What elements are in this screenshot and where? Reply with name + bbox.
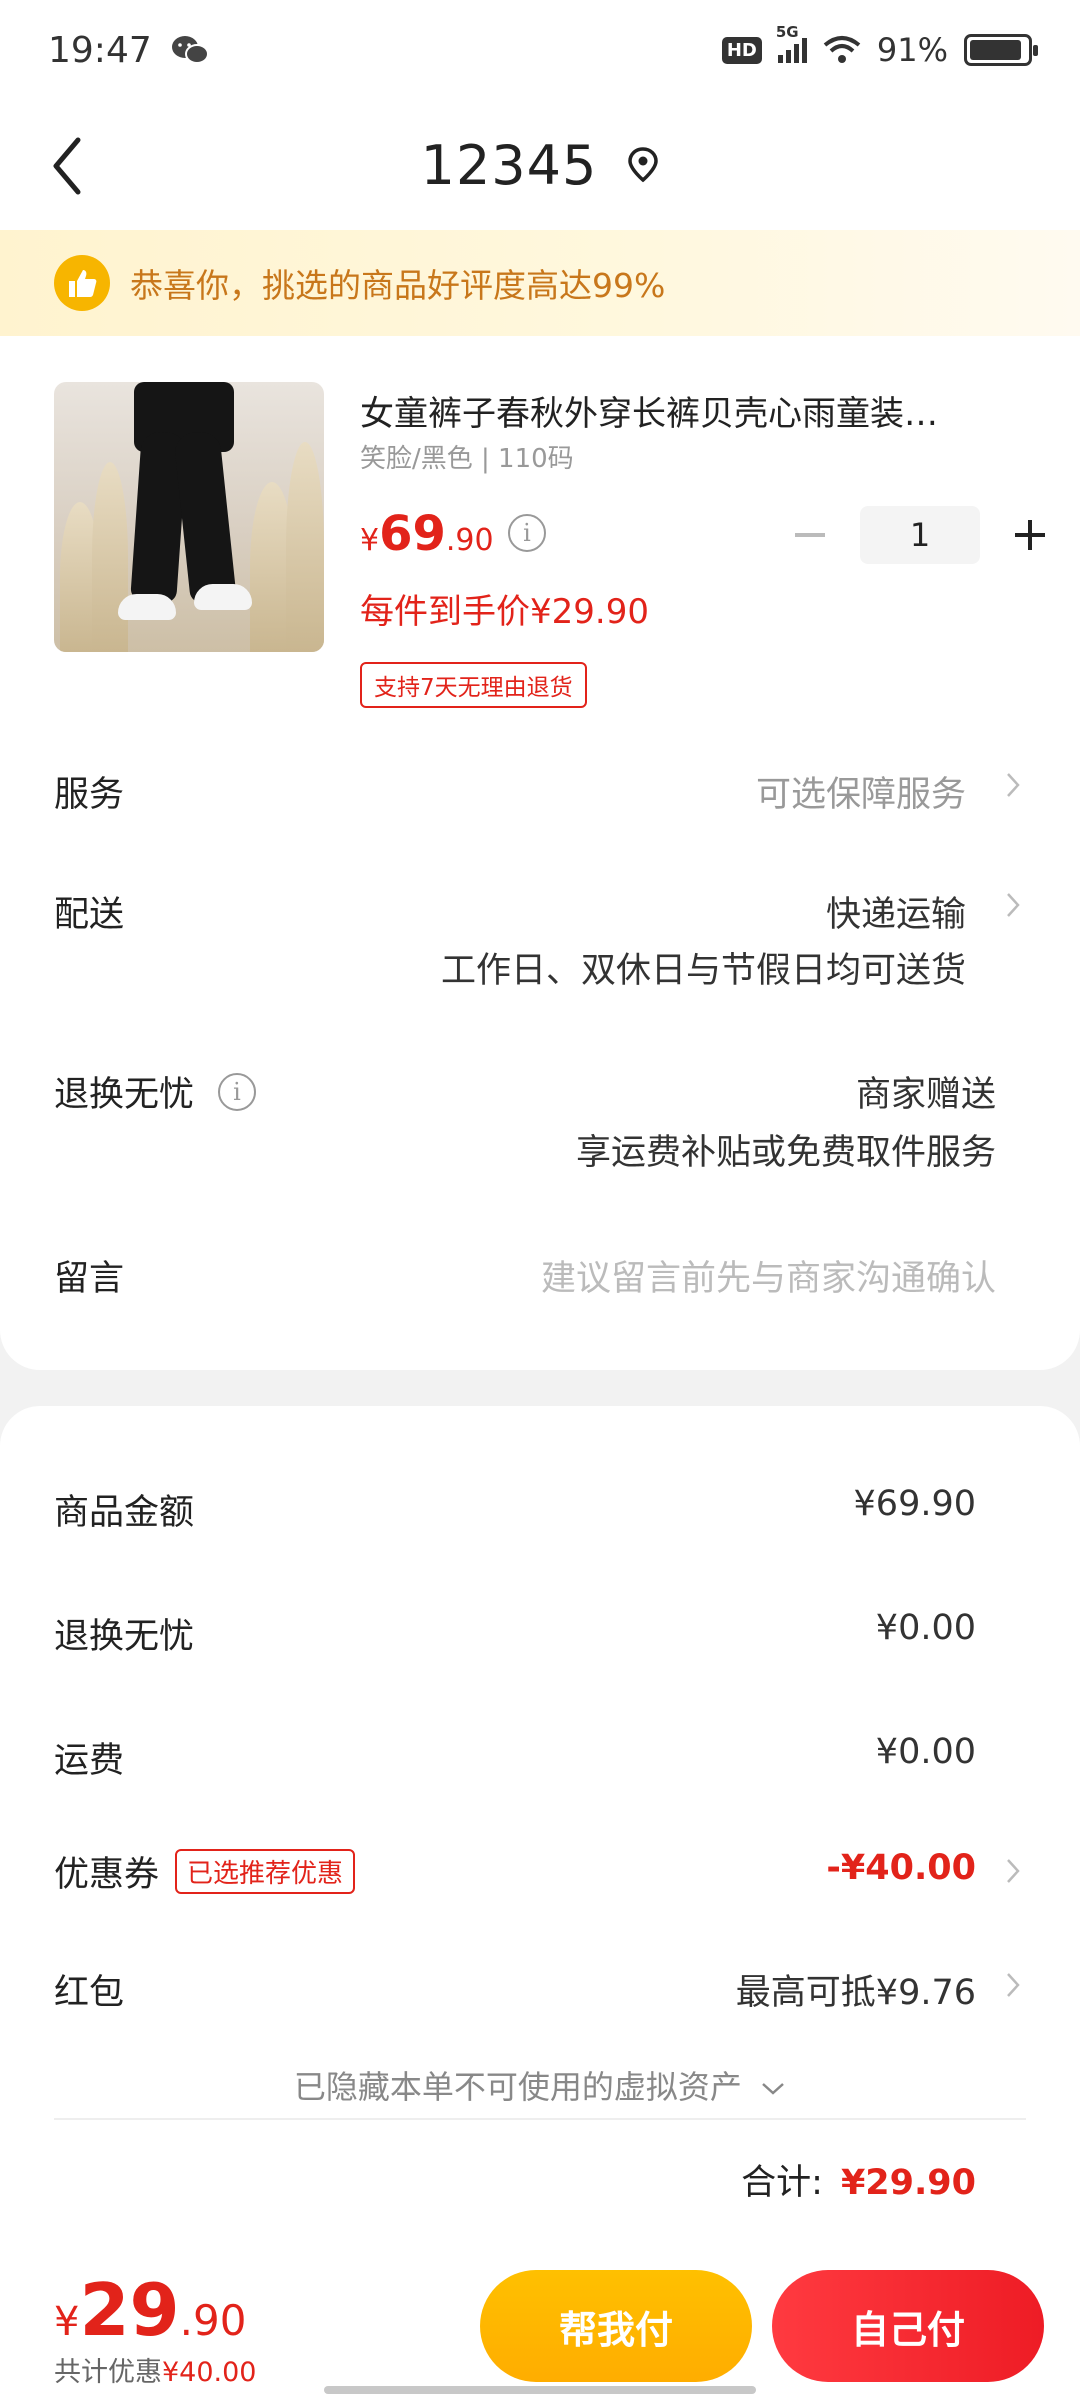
total-value: ¥29.90 (840, 2163, 976, 2203)
quantity-value[interactable]: 1 (860, 506, 980, 564)
goods-amount-value: ¥69.90 (853, 1484, 976, 1524)
price-summary-card: 商品金额 ¥69.90 退换无忧 ¥0.00 运费 ¥0.00 优惠券 已选推荐… (0, 1406, 1080, 2250)
coupon-row-label: 优惠券 已选推荐优惠 (54, 1846, 356, 1897)
shipping-value: ¥0.00 (875, 1732, 976, 1772)
page-title: 12345 (420, 133, 598, 197)
battery-icon (964, 34, 1038, 66)
discount-value: ¥40.00 (162, 2357, 257, 2388)
wifi-icon (823, 36, 861, 63)
chevron-down-icon (762, 2083, 784, 2095)
status-indicators: HD 5G 91% (721, 23, 1038, 69)
pay-decimal: .90 (179, 2296, 247, 2345)
wechat-icon (171, 36, 209, 64)
quantity-stepper: 1 (780, 506, 1060, 564)
worry-free-value: 商家赠送 (855, 1075, 996, 1115)
discount-prefix: 共计优惠 (54, 2357, 162, 2388)
coupon-value[interactable]: -¥40.00 (826, 1848, 976, 1888)
order-total: 合计: ¥29.90 (741, 2154, 976, 2205)
checkout-bar: ¥ 29 .90 共计优惠¥40.00 帮我付 自己付 (0, 2250, 1080, 2400)
signal-icon: 5G (776, 23, 807, 63)
order-item-card: 女童裤子春秋外穿长裤贝壳心雨童装… 笑脸/黑色 | 110码 ¥ 69 .90 … (0, 336, 1080, 1370)
service-value[interactable]: 可选保障服务 (756, 766, 966, 817)
status-bar: 19:47 HD 5G 91% (0, 0, 1080, 100)
rating-banner: 恭喜你，挑选的商品好评度高达99% (0, 230, 1080, 336)
summary-divider (54, 2118, 1026, 2120)
back-arrow-icon (53, 137, 81, 195)
worry-free-info-icon[interactable]: i (218, 1072, 257, 1111)
hidden-assets-text: 已隐藏本单不可使用的虚拟资产 (293, 2068, 742, 2106)
help-me-pay-button[interactable]: 帮我付 (480, 2270, 752, 2382)
unit-final-price: 每件到手价¥29.90 (360, 592, 649, 632)
message-input[interactable]: 建议留言前先与商家沟通确认 (541, 1250, 996, 1301)
price-decimal: .90 (445, 523, 494, 558)
total-discount: 共计优惠¥40.00 (54, 2350, 256, 2389)
delivery-value[interactable]: 快递运输 (826, 886, 966, 937)
red-packet-value[interactable]: 最高可抵¥9.76 (736, 1964, 976, 2015)
delivery-note: 工作日、双休日与节假日均可送货 (440, 951, 966, 991)
goods-amount-label: 商品金额 (54, 1493, 195, 1533)
shipping-label: 运费 (54, 1741, 125, 1781)
pay-amount: ¥ 29 .90 (54, 2268, 246, 2352)
increase-quantity-button[interactable] (1000, 510, 1060, 560)
service-chevron-icon[interactable] (1006, 772, 1020, 798)
product-spec[interactable]: 笑脸/黑色 | 110码 (360, 438, 574, 475)
product-image[interactable] (54, 382, 324, 652)
back-button[interactable] (50, 126, 110, 206)
coupon-badge: 已选推荐优惠 (175, 1849, 356, 1894)
pay-integer: 29 (79, 2268, 180, 2352)
worry-free-fee-label: 退换无忧 (54, 1617, 195, 1657)
worry-free-fee-value: ¥0.00 (875, 1608, 976, 1648)
service-label: 服务 (54, 775, 125, 815)
delivery-label: 配送 (54, 895, 125, 935)
battery-percent: 91% (876, 31, 948, 69)
worry-free-label: 退换无忧 (54, 1075, 195, 1115)
coupon-label: 优惠券 (54, 1855, 160, 1895)
price-integer: 69 (379, 506, 446, 562)
hd-badge: HD (721, 36, 762, 64)
network-type: 5G (775, 23, 799, 41)
delivery-chevron-icon[interactable] (1006, 892, 1020, 918)
total-label: 合计: (741, 2163, 823, 2203)
pay-myself-button[interactable]: 自己付 (772, 2270, 1044, 2382)
red-packet-label: 红包 (54, 1973, 125, 2013)
home-indicator[interactable] (324, 2386, 756, 2394)
product-title[interactable]: 女童裤子春秋外穿长裤贝壳心雨童装… (360, 386, 1020, 435)
thumbs-up-icon (54, 255, 110, 311)
hidden-assets-toggle[interactable]: 已隐藏本单不可使用的虚拟资产 (0, 2062, 1080, 2108)
header: 12345 (0, 100, 1080, 230)
status-time: 19:47 (48, 29, 152, 71)
red-packet-chevron-icon[interactable] (1006, 1972, 1020, 1998)
worry-free-row-label: 退换无忧 i (54, 1066, 257, 1117)
worry-free-note: 享运费补贴或免费取件服务 (575, 1133, 996, 1173)
price-info-icon[interactable]: i (508, 514, 546, 552)
return-policy-badge: 支持7天无理由退货 (360, 662, 587, 708)
price-currency: ¥ (360, 523, 380, 558)
product-price: ¥ 69 .90 (360, 506, 494, 562)
coupon-chevron-icon[interactable] (1006, 1858, 1020, 1884)
decrease-quantity-button[interactable] (780, 510, 840, 560)
banner-text: 恭喜你，挑选的商品好评度高达99% (130, 266, 666, 305)
pay-currency: ¥ (54, 2299, 80, 2345)
location-pin-icon[interactable] (627, 147, 659, 183)
message-label: 留言 (54, 1259, 125, 1299)
